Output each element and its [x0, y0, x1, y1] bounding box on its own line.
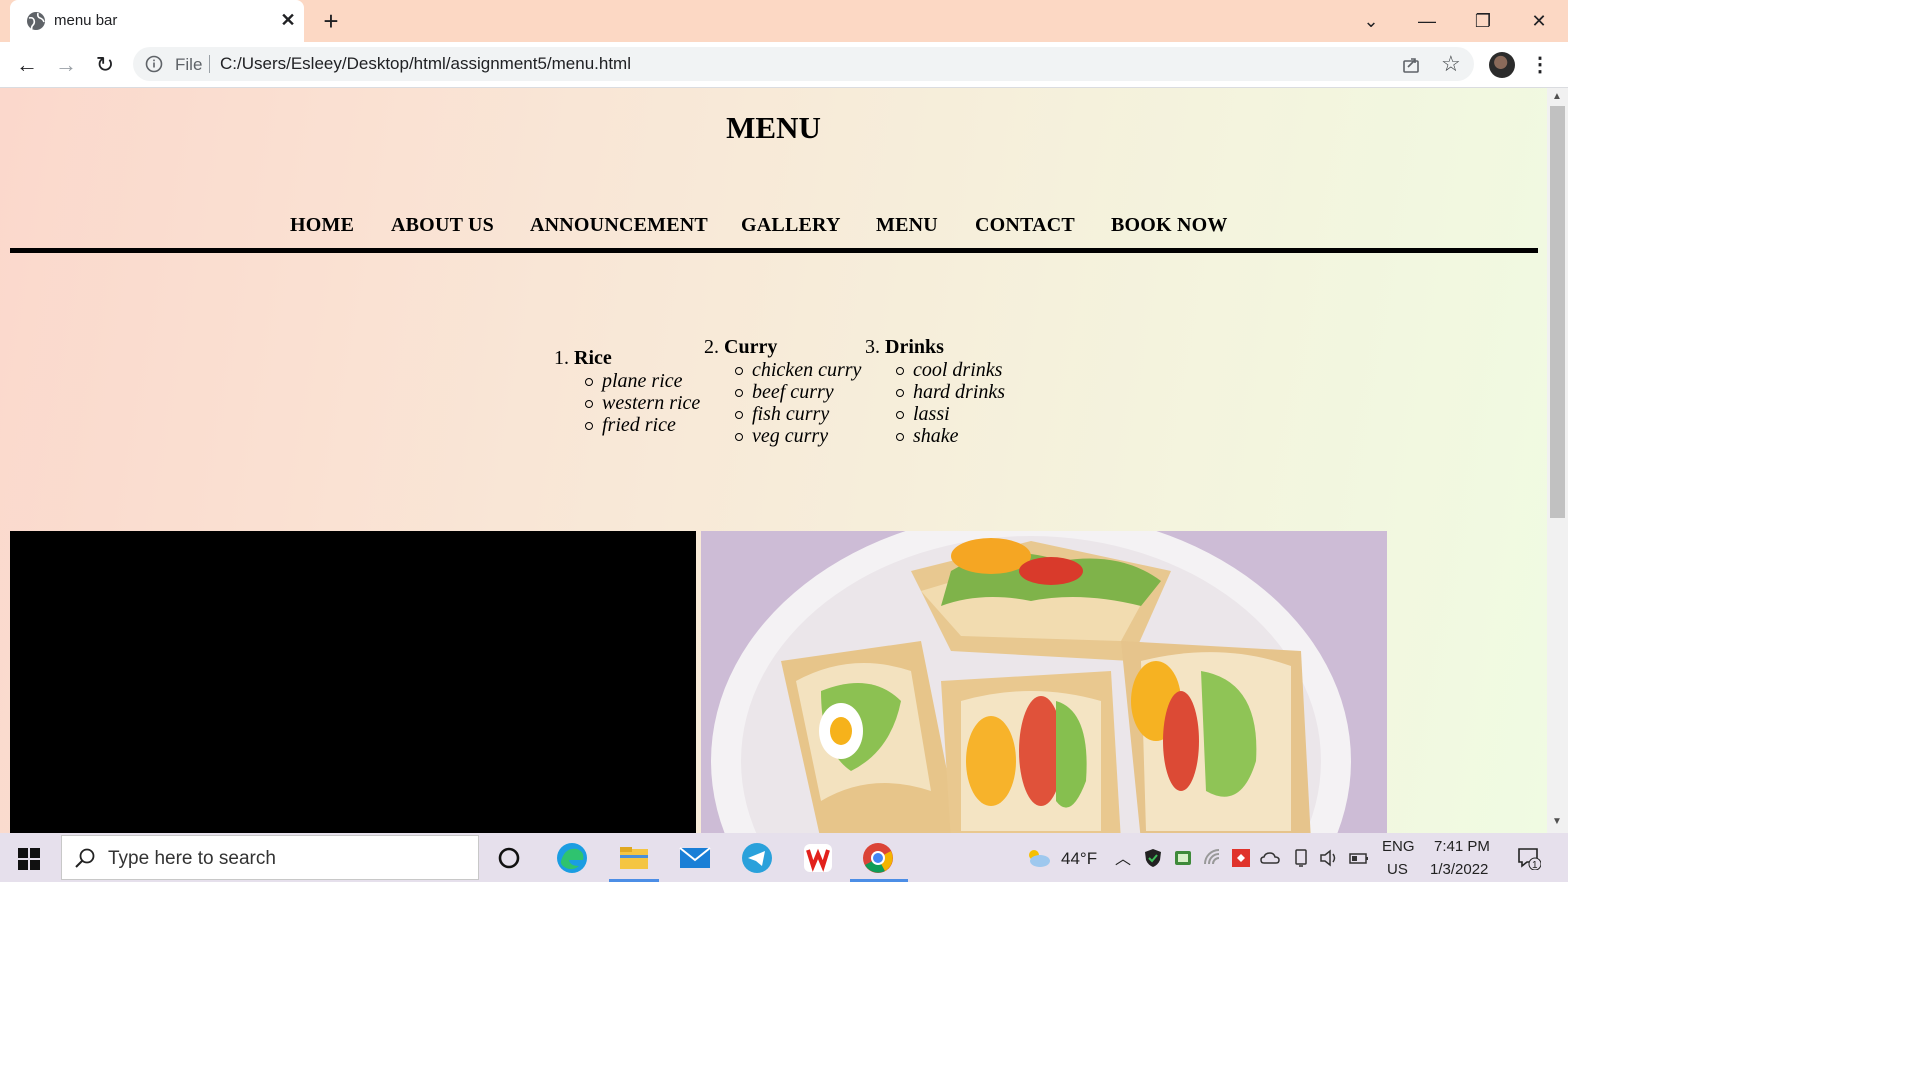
video-player[interactable] — [10, 531, 696, 833]
sandwich-photo — [701, 531, 1387, 833]
nav-about-us[interactable]: ABOUT US — [391, 214, 494, 237]
list-item: fried rice — [554, 414, 700, 436]
close-window-button[interactable]: ✕ — [1524, 6, 1554, 36]
main-nav: HOME ABOUT US ANNOUNCEMENT GALLERY MENU … — [10, 208, 1538, 253]
nav-menu[interactable]: MENU — [876, 214, 938, 237]
profile-avatar[interactable] — [1489, 52, 1515, 78]
battery-icon[interactable] — [1349, 848, 1369, 868]
scrollbar-thumb[interactable] — [1550, 106, 1565, 518]
tab-title: menu bar — [54, 12, 118, 29]
onedrive-cloud-icon[interactable] — [1260, 848, 1280, 868]
list-item: hard drinks — [865, 381, 1005, 403]
nav-book-now[interactable]: BOOK NOW — [1111, 214, 1228, 237]
language-indicator-line2[interactable]: US — [1387, 861, 1408, 878]
tab-strip: menu bar ✕ + ⌄ — ❐ ✕ — [0, 0, 1568, 42]
list-item: western rice — [554, 392, 700, 414]
close-tab-icon[interactable]: ✕ — [278, 10, 298, 30]
browser-toolbar: ← → ↻ File C:/Users/Esleey/Desktop/html/… — [0, 42, 1568, 88]
restore-button[interactable]: ❐ — [1468, 6, 1498, 36]
list-item: cool drinks — [865, 359, 1005, 381]
forward-button[interactable]: → — [51, 50, 81, 80]
page-scrollbar[interactable]: ▲ ▼ — [1547, 88, 1568, 833]
active-indicator — [850, 879, 908, 882]
address-bar[interactable]: File C:/Users/Esleey/Desktop/html/assign… — [133, 47, 1474, 81]
list-item: plane rice — [554, 370, 700, 392]
active-indicator — [609, 879, 659, 882]
list-item: lassi — [865, 403, 1005, 425]
search-placeholder: Type here to search — [108, 848, 276, 869]
list-item: beef curry — [704, 381, 861, 403]
file-explorer-icon[interactable] — [617, 841, 651, 875]
list-item: veg curry — [704, 425, 861, 447]
back-button[interactable]: ← — [12, 50, 42, 80]
windows-start-icon[interactable] — [18, 848, 40, 870]
browser-tab[interactable]: menu bar ✕ — [10, 0, 304, 42]
address-scheme-label: File — [175, 55, 203, 74]
address-url[interactable]: C:/Users/Esleey/Desktop/html/assignment5… — [220, 54, 631, 74]
category-heading: 2. Curry — [704, 336, 861, 359]
rice-items-list: plane rice western rice fried rice — [554, 370, 700, 436]
nav-announcement[interactable]: ANNOUNCEMENT — [530, 214, 708, 237]
menu-category-curry: 2. Curry chicken curry beef curry fish c… — [704, 336, 861, 447]
category-heading: 3. Drinks — [865, 336, 1005, 359]
show-hidden-icons-chevron-icon[interactable]: ︿ — [1115, 845, 1131, 869]
volume-icon[interactable] — [1319, 848, 1339, 868]
minimize-button[interactable]: — — [1412, 6, 1442, 36]
weather-cloud-icon[interactable] — [1025, 848, 1051, 868]
new-tab-button[interactable]: + — [318, 8, 344, 34]
curry-items-list: chicken curry beef curry fish curry veg … — [704, 359, 861, 447]
list-item: shake — [865, 425, 1005, 447]
menu-category-rice: 1. Rice plane rice western rice fried ri… — [554, 347, 700, 436]
wifi-icon[interactable] — [1203, 848, 1223, 868]
category-number: 3. — [865, 336, 880, 358]
list-item: fish curry — [704, 403, 861, 425]
search-icon — [75, 848, 95, 868]
category-name: Drinks — [885, 336, 944, 358]
category-name: Rice — [574, 347, 612, 369]
notification-count: 1 — [1532, 860, 1538, 871]
taskbar-search-box[interactable]: Type here to search — [61, 835, 479, 880]
telegram-icon[interactable] — [740, 841, 774, 875]
category-name: Curry — [724, 336, 778, 358]
page-title: MENU — [726, 110, 821, 145]
mail-icon[interactable] — [678, 841, 712, 875]
share-icon[interactable] — [1401, 55, 1421, 75]
category-number: 1. — [554, 347, 569, 369]
weather-temperature[interactable]: 44°F — [1061, 849, 1097, 869]
page-viewport: MENU HOME ABOUT US ANNOUNCEMENT GALLERY … — [0, 88, 1547, 833]
category-heading: 1. Rice — [554, 347, 700, 370]
clock-time[interactable]: 7:41 PM — [1434, 838, 1490, 855]
edge-icon[interactable] — [555, 841, 589, 875]
tab-search-chevron-icon[interactable]: ⌄ — [1356, 6, 1386, 36]
globe-icon — [27, 12, 45, 30]
nav-contact[interactable]: CONTACT — [975, 214, 1075, 237]
scroll-up-arrow-icon[interactable]: ▲ — [1552, 91, 1562, 102]
chrome-icon[interactable] — [861, 841, 895, 875]
sandwich-illustration — [701, 531, 1387, 833]
security-shield-icon[interactable] — [1143, 848, 1163, 868]
info-icon[interactable] — [145, 55, 163, 73]
clock-date[interactable]: 1/3/2022 — [1430, 861, 1488, 878]
nav-gallery[interactable]: GALLERY — [741, 214, 841, 237]
language-indicator-line1[interactable]: ENG — [1382, 838, 1415, 855]
address-separator — [209, 55, 210, 73]
windows-taskbar: Type here to search 44°F ︿ ENG US 7:41 P… — [0, 833, 1568, 882]
menu-category-drinks: 3. Drinks cool drinks hard drinks lassi … — [865, 336, 1005, 447]
scroll-down-arrow-icon[interactable]: ▼ — [1552, 816, 1562, 827]
app-tray-red-icon[interactable] — [1231, 848, 1251, 868]
menu-kebab-icon[interactable]: ⋮ — [1530, 50, 1550, 80]
nav-home[interactable]: HOME — [290, 214, 354, 237]
reload-button[interactable]: ↻ — [90, 50, 120, 80]
battery-monitor-icon[interactable] — [1173, 848, 1193, 868]
list-item: chicken curry — [704, 359, 861, 381]
device-icon[interactable] — [1291, 848, 1311, 868]
category-number: 2. — [704, 336, 719, 358]
cortana-icon[interactable] — [492, 841, 526, 875]
drinks-items-list: cool drinks hard drinks lassi shake — [865, 359, 1005, 447]
bookmark-star-icon[interactable]: ☆ — [1441, 51, 1461, 77]
wps-office-icon[interactable] — [801, 841, 835, 875]
